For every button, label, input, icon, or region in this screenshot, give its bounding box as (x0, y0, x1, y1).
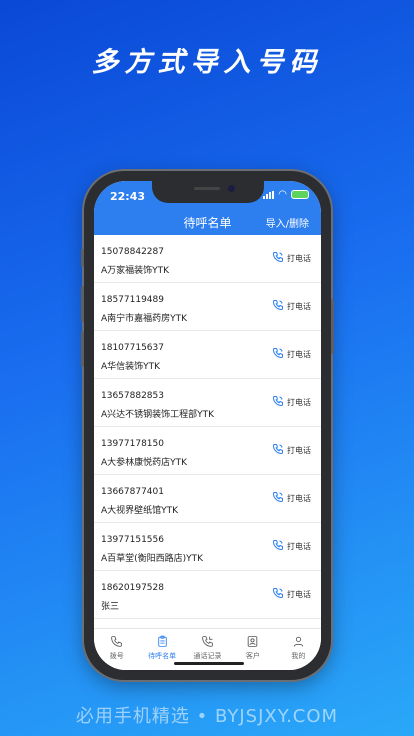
phone-icon (111, 636, 123, 647)
call-label: 打电话 (287, 493, 311, 503)
contact-number: 15078842287 (101, 247, 164, 257)
phone-call-icon (272, 587, 284, 601)
contact-row[interactable]: 13657882853 A兴达不锈钢装饰工程部YTK 打电话 (94, 379, 321, 427)
speaker (194, 187, 220, 190)
brand-footer: 必用手机精选 • BYJSJXY.COM (75, 706, 339, 727)
tab-user[interactable]: 我的 (276, 629, 321, 670)
battery-icon (291, 190, 309, 199)
wifi-icon: ◠ (278, 188, 287, 200)
status-icons: ◠ (263, 188, 309, 200)
phone-call-icon (272, 395, 284, 409)
contact-card-icon (248, 636, 258, 647)
mute-switch (81, 249, 84, 267)
contact-name: A大视界壁纸馆YTK (101, 506, 179, 516)
tab-label: 拨号 (109, 652, 124, 660)
call-button[interactable]: 打电话 (272, 347, 311, 361)
call-button[interactable]: 打电话 (272, 491, 311, 505)
phone-call-icon (272, 299, 284, 313)
tab-label: 我的 (291, 652, 306, 660)
tab-label: 客户 (245, 652, 260, 660)
clipboard-icon (157, 635, 167, 647)
contact-list: 15078842287 A万家福装饰YTK 打电话 18577119489 A南宁市嘉福… (94, 235, 321, 619)
contact-number: 18577119489 (101, 295, 164, 305)
contact-row[interactable]: 13977151556 A百草堂(衡阳西路店)YTK 打电话 (94, 523, 321, 571)
import-delete-button[interactable]: 导入/删除 (266, 215, 309, 230)
tab-phone[interactable]: 拨号 (94, 629, 139, 670)
contact-number: 13657882853 (101, 391, 164, 401)
phone-frame: 22:43 ◠ 待呼名单 导入/删除 15078842287 A万家福装饰YTK 打… (81, 171, 334, 680)
tab-label: 通话记录 (193, 652, 222, 660)
tab-label: 待呼名单 (148, 652, 177, 660)
contact-number: 13667877401 (101, 487, 164, 497)
home-indicator (174, 662, 244, 665)
signal-icon (263, 190, 275, 199)
contact-name: A大参林康悦药店YTK (101, 458, 188, 468)
contact-number: 18107715637 (101, 343, 164, 353)
phone-call-icon (272, 491, 284, 505)
status-time: 22:43 (110, 190, 146, 203)
contact-row[interactable]: 15078842287 A万家福装饰YTK 打电话 (94, 235, 321, 283)
call-label: 打电话 (287, 445, 311, 455)
app-screen: 22:43 ◠ 待呼名单 导入/删除 15078842287 A万家福装饰YTK 打… (94, 181, 321, 670)
contact-name: A兴达不锈钢装饰工程部YTK (101, 410, 215, 420)
call-log-icon (202, 636, 213, 647)
volume-up-button (81, 286, 84, 322)
contact-number: 13977151556 (101, 535, 164, 545)
phone-call-icon (272, 443, 284, 457)
phone-call-icon (272, 347, 284, 361)
call-button[interactable]: 打电话 (272, 587, 311, 601)
app-header: 22:43 ◠ 待呼名单 导入/删除 (94, 181, 321, 235)
call-button[interactable]: 打电话 (272, 539, 311, 553)
contact-name: A南宁市嘉福药房YTK (101, 314, 188, 324)
contact-name: A百草堂(衡阳西路店)YTK (101, 554, 204, 564)
call-button[interactable]: 打电话 (272, 395, 311, 409)
user-icon (293, 636, 304, 647)
front-camera (228, 185, 235, 192)
notch (152, 181, 264, 203)
volume-down-button (81, 331, 84, 367)
contact-number: 18620197528 (101, 583, 164, 593)
promo-headline: 多方式导入号码 (91, 47, 323, 78)
phone-call-icon (272, 251, 284, 265)
contact-row[interactable]: 13977178150 A大参林康悦药店YTK 打电话 (94, 427, 321, 475)
contact-row[interactable]: 18577119489 A南宁市嘉福药房YTK 打电话 (94, 283, 321, 331)
call-label: 打电话 (287, 301, 311, 311)
call-button[interactable]: 打电话 (272, 251, 311, 265)
contact-number: 13977178150 (101, 439, 164, 449)
call-label: 打电话 (287, 589, 311, 599)
call-button[interactable]: 打电话 (272, 443, 311, 457)
contact-name: A华信装饰YTK (101, 362, 161, 372)
contact-name: A万家福装饰YTK (101, 266, 170, 276)
contact-row[interactable]: 13667877401 A大视界壁纸馆YTK 打电话 (94, 475, 321, 523)
call-label: 打电话 (287, 253, 311, 263)
power-button (331, 299, 334, 354)
contact-name: 张三 (101, 602, 120, 612)
call-label: 打电话 (287, 397, 311, 407)
call-label: 打电话 (287, 541, 311, 551)
call-button[interactable]: 打电话 (272, 299, 311, 313)
call-label: 打电话 (287, 349, 311, 359)
contact-row[interactable]: 18620197528 张三 打电话 (94, 571, 321, 619)
phone-call-icon (272, 539, 284, 553)
contact-row[interactable]: 18107715637 A华信装饰YTK 打电话 (94, 331, 321, 379)
